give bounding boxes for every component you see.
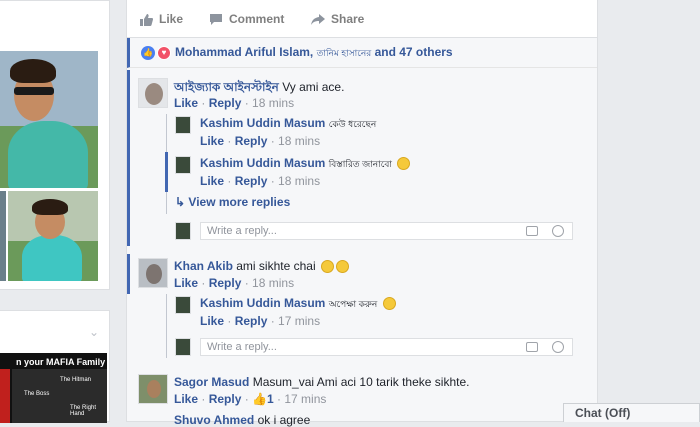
avatar[interactable] [175,116,191,134]
reply: Kashim Uddin Masum কেউ ধরেছেন [200,116,377,130]
reply-input[interactable]: Write a reply... [200,222,573,240]
love-reaction-icon: ♥ [157,45,171,60]
like-button[interactable]: Like [139,12,183,26]
camera-icon[interactable] [526,342,538,352]
thumbs-up-icon: 👍 [252,392,267,406]
thumbs-up-icon [140,13,153,26]
comment-author[interactable]: Shuvo Ahmed [174,413,254,427]
mafia-family-image[interactable]: n your MAFIA Family The Hitman The Boss … [0,353,107,423]
share-icon [311,13,325,25]
reply-input[interactable]: Write a reply... [200,338,573,356]
sad-emoji-icon [320,260,334,274]
reply-meta: Like · Reply · 18 mins [200,174,321,188]
reply-reply-link[interactable]: Reply [235,174,268,188]
sad-emoji-icon [335,260,349,274]
reply-like-link[interactable]: Like [200,314,224,328]
avatar[interactable] [138,258,168,288]
comment-meta: Like · Reply · 👍1 · 17 mins [174,392,327,406]
suggested-card: ⌄ n your MAFIA Family The Hitman The Bos… [0,310,110,423]
mafia-label-2: The Boss [24,391,50,397]
comment-reply-link[interactable]: Reply [209,392,242,406]
comment: Khan Akib ami sikhte chai [174,259,349,274]
reply: Kashim Uddin Masum বিস্তারিত জানাবো [200,156,411,172]
reply-author[interactable]: Kashim Uddin Masum [200,156,325,170]
comment-author[interactable]: Sagor Masud [174,375,249,389]
smiley-emoji-icon [382,297,396,311]
comment-meta: Like · Reply · 18 mins [174,96,295,110]
emoji-icon[interactable] [552,225,564,237]
comment: Shuvo Ahmed ok i agree [174,413,311,427]
chat-tab[interactable]: Chat (Off) [563,403,700,422]
post-card: Like Comment Share 👍 ♥ Mohammad Ariful I… [126,0,598,427]
mafia-label-1: The Hitman [60,377,92,383]
avatar[interactable] [175,156,191,174]
reply: Kashim Uddin Masum অপেক্ষা করুন [200,296,396,312]
comment-like-link[interactable]: Like [174,276,198,290]
reply-arrow-icon: ↳ [175,195,186,209]
comment-author[interactable]: Khan Akib [174,259,233,273]
chevron-down-icon[interactable]: ⌄ [89,325,99,339]
comment-button[interactable]: Comment [209,12,284,26]
post-actions: Like Comment Share [127,0,597,38]
photo-1[interactable] [0,51,98,188]
comment-reply-link[interactable]: Reply [209,276,242,290]
photo-3[interactable] [8,191,98,281]
reply-author[interactable]: Kashim Uddin Masum [200,116,325,130]
comment: Sagor Masud Masum_vai Ami aci 10 tarik t… [174,375,470,389]
share-button[interactable]: Share [311,12,364,26]
avatar [175,338,191,356]
reactions-summary[interactable]: 👍 ♥ Mohammad Ariful Islam, তানিম হাসানের… [127,38,597,68]
camera-icon[interactable] [526,226,538,236]
like-reaction-icon: 👍 [141,45,155,60]
avatar[interactable] [138,78,168,108]
comment-like-count[interactable]: 👍1 [252,392,274,406]
comment-meta: Like · Reply · 18 mins [174,276,295,290]
view-more-replies-link[interactable]: ↳ View more replies [175,195,290,209]
smiley-emoji-icon [397,157,411,171]
comment-author[interactable]: আইজ্যাক আইনস্টাইন [174,80,279,94]
reply-reply-link[interactable]: Reply [235,314,268,328]
avatar[interactable] [138,374,168,404]
comment-like-link[interactable]: Like [174,96,198,110]
comment-reply-link[interactable]: Reply [209,96,242,110]
photo-2[interactable] [0,191,6,281]
comment-like-link[interactable]: Like [174,392,198,406]
comment-icon [210,13,222,25]
avatar[interactable] [175,296,191,314]
reply-like-link[interactable]: Like [200,134,224,148]
emoji-icon[interactable] [552,341,564,353]
reply-meta: Like · Reply · 18 mins [200,134,321,148]
reply-meta: Like · Reply · 17 mins [200,314,321,328]
reply-like-link[interactable]: Like [200,174,224,188]
avatar [175,222,191,240]
reply-reply-link[interactable]: Reply [235,134,268,148]
reply-author[interactable]: Kashim Uddin Masum [200,296,325,310]
mafia-label-3: The Right Hand [70,405,97,417]
photos-card [0,0,110,290]
